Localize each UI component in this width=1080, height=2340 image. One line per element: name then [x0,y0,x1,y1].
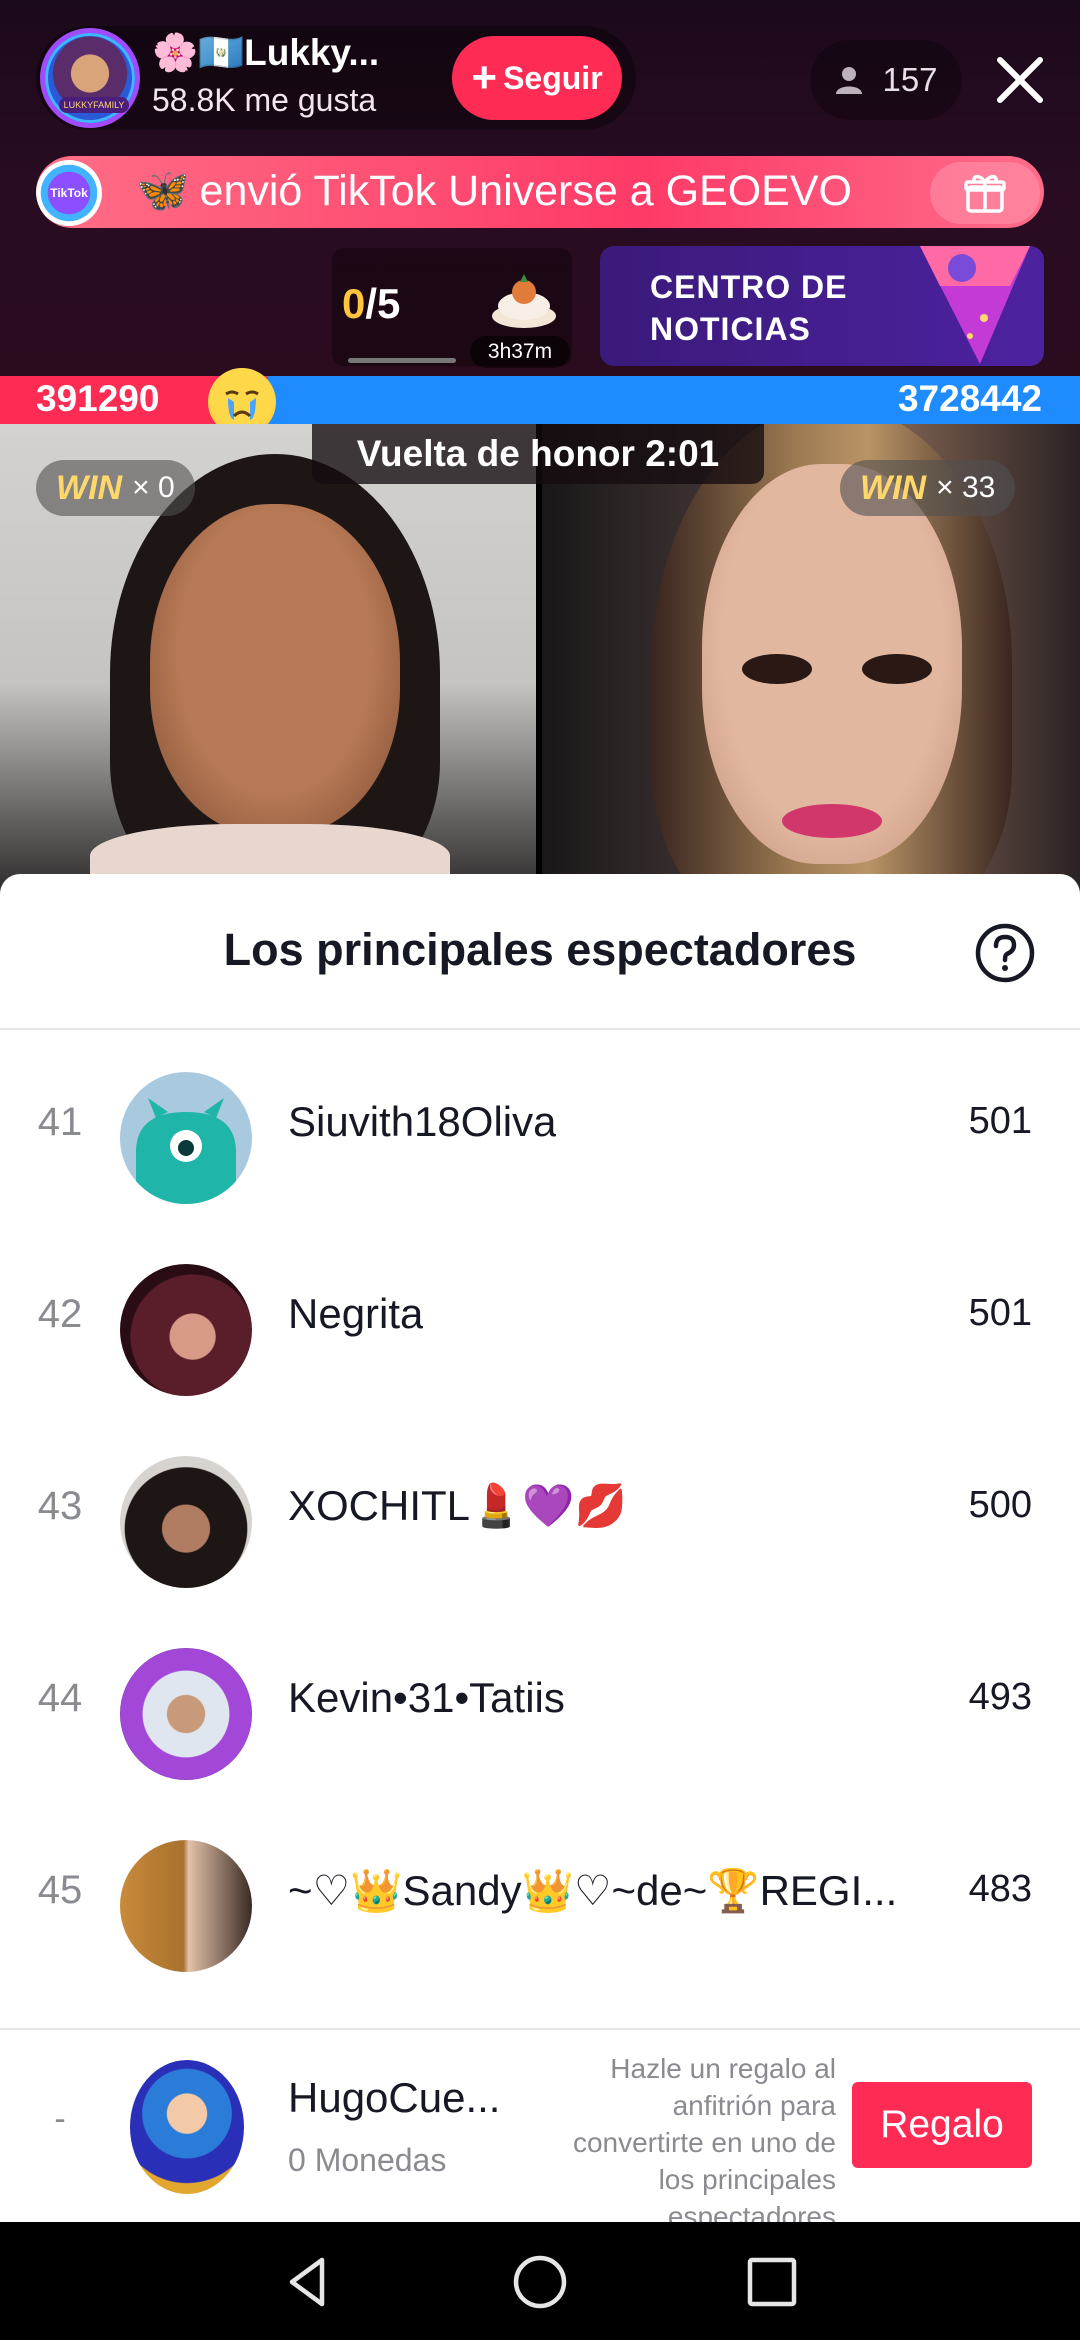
host-name[interactable]: 🌸🇬🇹Lukky... [152,32,379,75]
host-likes: 58.8K me gusta [152,82,377,118]
viewer-rank: 43 [37,1484,83,1528]
gift-icon [964,174,1006,213]
goal-progress-bar [348,358,456,363]
cake-icon [492,274,556,328]
viewer-rank: 41 [37,1100,83,1144]
viewer-name: Kevin•31•Tatiis [288,1674,565,1721]
recents-icon[interactable] [742,2252,802,2312]
goal-total: /5 [365,280,401,327]
host-badge: LUKKYFAMILY [59,97,129,113]
viewer-score: 500 [968,1484,1032,1526]
gift-banner-text: 🦋 envió TikTok Universe a GEOEVO [136,166,852,216]
butterfly-icon: 🦋 [136,167,190,215]
left-score: 391290 [36,378,160,419]
host-avatar[interactable]: LUKKYFAMILY [40,28,140,128]
avatar[interactable] [120,1840,252,1972]
viewer-score: 501 [968,1100,1032,1142]
battle-score-bar: 391290 3728442 [0,376,1080,424]
gift-hint-text: Hazle un regalo al anfitrión para conver… [572,2053,836,2232]
gift-banner-message: envió TikTok Universe a GEOEVO [199,167,852,215]
left-win-badge: WIN × 0 [36,460,195,516]
viewer-name: XOCHITL💄💜💋 [288,1482,627,1529]
list-item[interactable]: 41 Siuvith18Oliva 501 [0,1032,1080,1224]
tiktok-live-badge: TikTok LIVE [36,160,102,226]
left-host-face [150,504,400,834]
right-win-count: × 33 [936,471,996,504]
home-icon[interactable] [510,2252,570,2312]
goal-count: 0/5 [342,280,400,328]
viewer-name: ~♡👑Sandy👑♡~de~🏆REGI... [288,1867,898,1914]
help-icon[interactable] [974,922,1036,984]
right-win-label: WIN [860,468,927,507]
viewer-score: 493 [968,1676,1032,1718]
current-user-avatar[interactable] [130,2060,244,2194]
right-win-badge: WIN × 33 [840,460,1016,516]
right-score: 3728442 [897,378,1042,419]
left-win-count: × 0 [132,471,175,504]
list-item[interactable]: 42 Negrita 501 [0,1224,1080,1416]
left-win-label: WIN [56,468,123,507]
viewer-score: 483 [968,1868,1032,1910]
plus-icon: + [471,53,498,102]
timer-badge: 3h37m [470,336,570,368]
list-item[interactable]: 44 Kevin•31•Tatiis 493 [0,1608,1080,1800]
viewer-name: Siuvith18Oliva [288,1098,557,1145]
honor-lap-timer: Vuelta de honor 2:01 [312,424,764,484]
avatar[interactable] [120,1072,252,1204]
top-viewers-sheet[interactable]: Los principales espectadores 41 Siuvith1… [0,874,1080,2232]
android-nav-bar [0,2222,1080,2340]
news-center-label: CENTRO DE NOTICIAS [650,266,847,350]
news-line-1: CENTRO DE [650,269,848,305]
avatar[interactable] [120,1264,252,1396]
viewer-rank: 42 [37,1292,83,1336]
avatar[interactable] [120,1648,252,1780]
back-icon[interactable] [278,2252,338,2312]
viewer-rank: 45 [37,1868,83,1912]
news-center-card[interactable]: CENTRO DE NOTICIAS [600,246,1044,366]
current-user-name: HugoCue... [288,2074,501,2121]
right-host-lips [782,804,882,838]
close-icon[interactable] [990,50,1050,110]
viewer-name: Negrita [288,1290,424,1337]
right-host-eye [742,654,812,684]
goal-done: 0 [342,280,366,327]
list-item[interactable]: 43 XOCHITL💄💜💋 500 [0,1416,1080,1608]
current-user-rank: - [54,2100,66,2138]
gift-button[interactable]: Regalo [852,2082,1032,2168]
follow-label: Seguir [503,59,603,96]
current-user-footer: - HugoCue... 0 Monedas Hazle un regalo a… [0,2028,1080,2232]
viewer-rank: 44 [37,1676,83,1720]
list-item[interactable]: 45 ~♡👑Sandy👑♡~de~🏆REGI... 483 [0,1800,1080,1992]
news-line-2: NOTICIAS [650,311,811,347]
live-header: LUKKYFAMILY 🌸🇬🇹Lukky... 58.8K me gusta +… [0,0,1080,376]
sheet-divider [0,1028,1080,1030]
avatar[interactable] [120,1456,252,1588]
viewer-count-pill[interactable]: 157 [810,40,962,120]
right-host-eye [862,654,932,684]
gift-box-button[interactable] [930,162,1040,224]
gift-banner[interactable]: TikTok LIVE 🦋envió TikTok Universe a GEO… [36,156,1044,228]
teal-monster-avatar [120,1072,252,1204]
current-user-coins: 0 Monedas [288,2142,447,2178]
party-cone-icon [920,246,1030,364]
person-icon [836,67,863,94]
follow-button[interactable]: + Seguir [452,36,622,120]
viewer-score: 501 [968,1292,1032,1334]
viewer-count: 157 [882,61,938,98]
sheet-title: Los principales espectadores [223,924,857,975]
